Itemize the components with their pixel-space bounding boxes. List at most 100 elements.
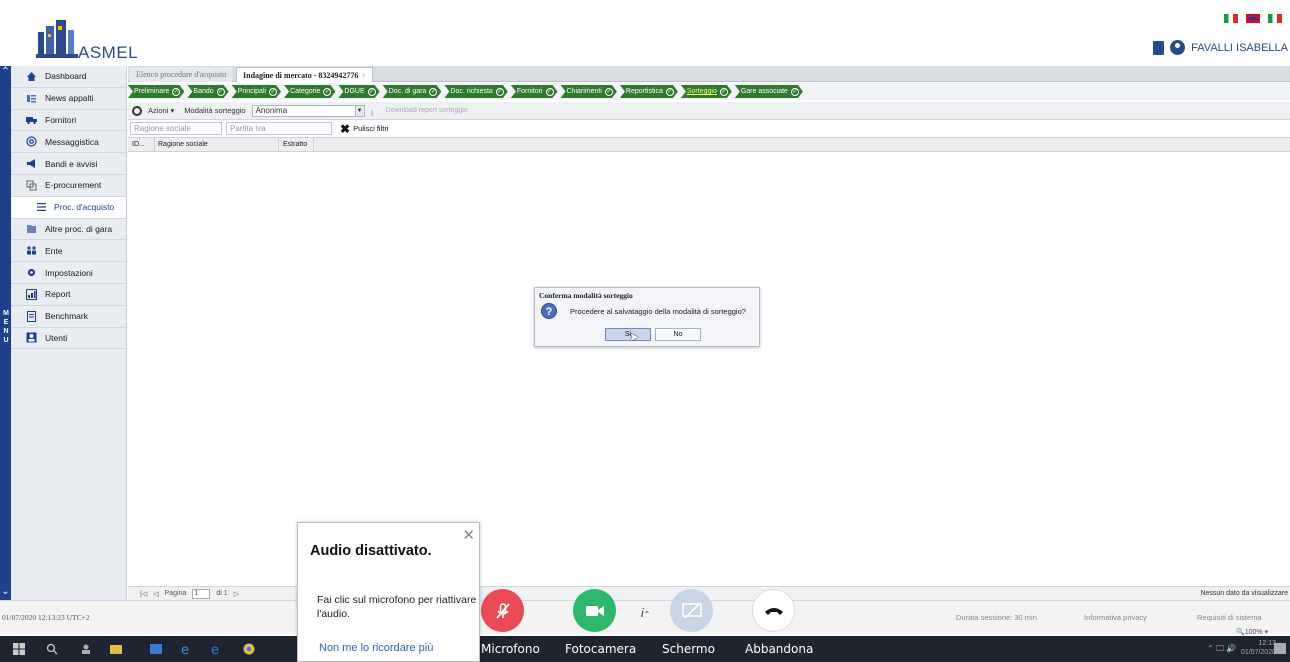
dont-remind-link[interactable]: Non me lo ricordare più [319,642,433,654]
menu-rail[interactable]: ⌃ M E N U ⌄ [0,66,11,600]
sidebar-item-utenti[interactable]: Utenti [11,328,126,350]
zoom-level[interactable]: 🔍100% ▾ [1236,628,1268,636]
check-icon: ✓ [606,88,612,95]
step-categorie[interactable]: Categorie ✓ [284,85,335,98]
audio-muted-popup: ✕ Audio disattivato. Fai clic sul microf… [297,522,480,662]
step-preliminare[interactable]: Preliminare ✓ [128,85,184,98]
asmel-logo [36,20,78,58]
zoom-value: 100% [1244,629,1263,636]
sidebar-item-proc-acquisto[interactable]: Proc. d'acquisto [11,196,126,219]
filter-ragione-sociale-input[interactable]: Ragione sociale [130,122,222,135]
column-header-id[interactable]: ID... [132,141,145,148]
column-header-estratto[interactable]: Estratto [283,141,307,148]
close-icon[interactable]: × [361,71,366,80]
user-name[interactable]: FAVALLI ISABELLA [1191,42,1288,54]
chevron-up-icon[interactable]: ⌃ [0,66,11,80]
sidebar-item-benchmark[interactable]: Benchmark [11,306,126,328]
tab-indagine-mercato[interactable]: Indagine di mercato - 8324942776 × [236,67,373,82]
document-icon[interactable] [1153,40,1165,55]
clear-filters-label: Pulisci filtri [353,124,389,133]
close-icon[interactable]: ✕ [462,526,475,544]
truck-icon [26,117,37,125]
chevron-down-icon[interactable]: ⌄ [0,586,11,600]
people-icon [27,246,36,255]
step-label: DGUE [344,88,365,95]
yes-button[interactable]: Si [605,328,651,341]
check-icon: ✓ [721,88,727,95]
privacy-link[interactable]: Informativa privacy [1084,613,1147,622]
filter-partita-iva-input[interactable]: Partita iva [226,122,332,135]
step-doc-richiesta[interactable]: Doc. richiesta ✓ [444,85,507,98]
flag-it-icon[interactable] [1224,14,1238,23]
user-icon [26,332,37,343]
flag-gb-icon[interactable] [1246,14,1260,23]
download-icon: ⭳ [370,108,374,118]
download-report-button[interactable]: Download report sorteggio [386,107,468,114]
modalita-select[interactable]: Anonima [251,104,356,117]
sidebar-item-news-appalti[interactable]: News appalti [11,88,126,110]
sidebar-item-report[interactable]: Report [11,284,126,306]
taskview-icon[interactable] [150,643,162,655]
step-label: Chiarimenti [566,88,602,95]
sidebar-item-impostazioni[interactable]: Impostazioni [11,262,126,284]
flag-it-2-icon[interactable] [1268,14,1282,23]
sidebar-item-bandi[interactable]: Bandi e avvisi [11,153,126,175]
sidebar-item-eprocurement[interactable]: E-procurement [11,175,126,197]
next-page-icon[interactable]: ▷ [234,590,239,598]
search-icon[interactable] [46,643,58,655]
tab-elenco-procedure[interactable]: Elenco procedure d'acquisto [130,67,233,82]
caret-icon: ⌃ [643,610,651,619]
sidebar-item-dashboard[interactable]: Dashboard [11,66,126,88]
user-avatar-icon[interactable] [1170,40,1186,55]
step-label: Preliminare [134,88,170,95]
step-principali[interactable]: Principali ✓ [232,85,281,98]
microphone-off-button[interactable] [481,589,524,632]
chrome-browser-icon[interactable] [243,643,255,655]
clear-filters-button[interactable]: ✖ Pulisci filtri [340,122,388,136]
sidebar-item-label: Altre proc. di gara [45,223,113,234]
check-icon: ✓ [497,88,503,95]
sidebar-item-ente[interactable]: Ente [11,240,126,263]
step-gare-associate[interactable]: Gare associate ✓ [735,85,803,98]
people-app-icon[interactable] [80,643,92,655]
file-explorer-icon[interactable] [110,643,122,655]
no-button[interactable]: No [655,328,701,341]
gear-icon[interactable] [132,105,142,116]
camera-button[interactable] [573,589,616,632]
screen-share-button[interactable] [670,589,713,632]
mouse-cursor-icon: ➤ [629,330,640,344]
megaphone-icon [27,159,35,169]
step-dgue[interactable]: DGUE ✓ [338,85,379,98]
sidebar-item-fornitori[interactable]: Fornitori [11,110,126,132]
azioni-menu[interactable]: Azioni ▾ [148,106,174,115]
sidebar-item-messaggistica[interactable]: Messaggistica [11,131,126,154]
system-requirements-link[interactable]: Requisiti di sistema [1197,613,1262,622]
check-icon: ✓ [667,88,673,95]
step-bando[interactable]: Bando ✓ [187,85,228,98]
chevron-down-icon[interactable]: ▼ [354,104,365,117]
edge-browser-icon[interactable]: e [211,643,223,655]
sidebar-item-label: Proc. d'acquisto [54,202,115,213]
prev-page-icon[interactable]: ◁ [153,590,158,598]
column-header-ragione-sociale[interactable]: Ragione sociale [158,141,208,148]
step-reportistica[interactable]: Reportistica ✓ [620,85,678,98]
news-icon [27,94,36,103]
leave-label: Abbandona [745,642,814,656]
leave-call-button[interactable] [752,589,795,632]
notification-center-icon[interactable] [1274,643,1286,654]
ie-browser-icon[interactable]: e [181,643,193,655]
step-sorteggio[interactable]: Sorteggio ✓ [681,85,732,98]
menu-rail-label: M E N U [3,310,9,344]
wizard-steps: Preliminare ✓ Bando ✓ Principali ✓ Categori… [128,83,1290,100]
system-tray-icons[interactable]: ⌃ 🖵 🔊 [1207,644,1236,654]
clock[interactable]: 12:13 01/07/2020 [1241,639,1276,657]
info-button[interactable]: i⌃ [641,606,650,620]
page-input[interactable]: 1 [192,588,211,599]
sidebar-item-altre-proc[interactable]: Altre proc. di gara [11,219,126,241]
hang-up-icon [764,607,783,615]
step-chiarimenti[interactable]: Chiarimenti ✓ [561,85,617,98]
step-fornitori[interactable]: Fornitori ✓ [511,85,558,98]
windows-start-icon[interactable] [13,643,25,655]
first-page-icon[interactable]: |◁ [140,590,147,598]
step-doc-gara[interactable]: Doc. di gara ✓ [383,85,442,98]
